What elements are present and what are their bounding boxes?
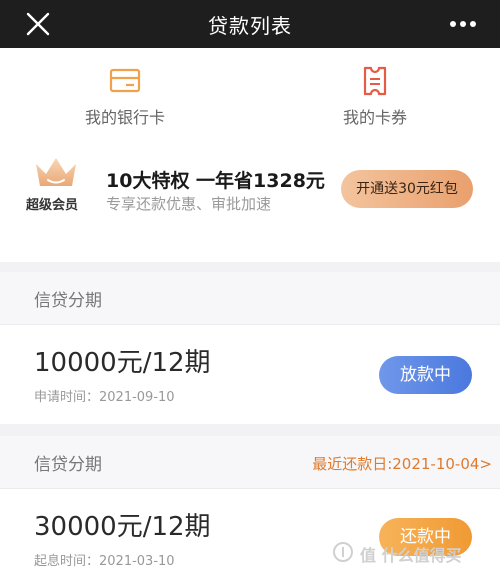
bank-card-icon — [109, 68, 141, 93]
watermark-logo-icon — [333, 542, 353, 562]
my-coupons-link[interactable]: 我的卡券 — [250, 48, 500, 140]
my-bank-card-label: 我的银行卡 — [84, 108, 165, 127]
vip-headline: 10大特权 一年省1328元 — [106, 170, 325, 192]
vip-subtitle: 专享还款优惠、审批加速 — [106, 195, 272, 213]
loan-amount: 30000元/12期 — [34, 512, 211, 542]
loan-date: 申请时间：2021-09-10 — [34, 390, 175, 405]
coupon-icon — [363, 66, 387, 96]
loan-date: 起息时间：2021-03-10 — [34, 554, 175, 569]
loan-card-header: 信贷分期 最近还款日:2021-10-04> — [0, 436, 500, 488]
crown-icon — [36, 158, 76, 186]
more-options-icon[interactable] — [450, 20, 476, 28]
divider — [0, 324, 500, 325]
loan-status-button[interactable]: 放款中 — [379, 356, 472, 394]
my-coupons-label: 我的卡券 — [342, 108, 407, 127]
watermark: 值 什么值得买 — [332, 539, 492, 565]
vip-activate-button[interactable]: 开通送30元红包 — [341, 170, 473, 208]
quick-links: 我的银行卡 我的卡券 — [0, 48, 500, 140]
loan-card-header: 信贷分期 — [0, 272, 500, 324]
page-title: 贷款列表 — [208, 14, 292, 38]
next-repayment-date[interactable]: 最近还款日:2021-10-04> — [312, 453, 492, 474]
vip-label: 超级会员 — [26, 198, 79, 213]
top-bar: 贷款列表 — [0, 0, 500, 48]
loan-amount: 10000元/12期 — [34, 348, 211, 378]
divider — [0, 488, 500, 489]
loan-category: 信贷分期 — [34, 455, 102, 475]
vip-banner[interactable]: 超级会员 10大特权 一年省1328元 专享还款优惠、审批加速 开通送30元红包 — [0, 140, 500, 262]
loan-category: 信贷分期 — [34, 291, 102, 311]
my-bank-card-link[interactable]: 我的银行卡 — [0, 48, 250, 140]
watermark-text: 值 什么值得买 — [360, 546, 462, 565]
loan-card[interactable]: 信贷分期 10000元/12期 申请时间：2021-09-10 放款中 — [0, 272, 500, 424]
